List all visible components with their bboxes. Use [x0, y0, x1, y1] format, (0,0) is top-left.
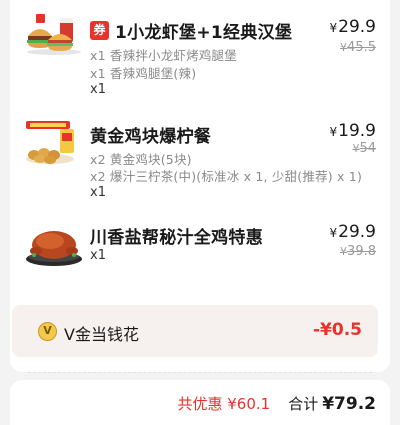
original-price-value: 45.5 [347, 40, 376, 55]
summary-row: 共优惠 ¥60.1 合计 ¥79.2 [177, 393, 376, 414]
coupon-tag: 券 [90, 21, 109, 40]
currency-symbol: ¥ [329, 226, 338, 240]
order-item[interactable]: 川香盐帮秘汁全鸡特惠 ¥29.9 ¥39.8 x1 [10, 205, 390, 285]
order-summary-bar: 共优惠 ¥60.1 合计 ¥79.2 [10, 380, 390, 425]
item-original-price: ¥39.8 [340, 244, 376, 259]
item-price: ¥29.9 [330, 222, 377, 242]
whole-roast-chicken-image [26, 231, 82, 266]
v-coin-icon: V [38, 322, 57, 341]
item-price: ¥19.9 [330, 121, 377, 141]
item-detail: x2 爆汁三柠茶(中)(标准冰 x 1, 少甜(推荐) x 1) [90, 169, 363, 184]
item-detail: x1 香辣拌小龙虾烤鸡腿堡 [90, 48, 237, 63]
card-notch-left [4, 367, 16, 379]
total-label: 合计 [288, 395, 319, 413]
total-amount: ¥79.2 [322, 394, 376, 414]
price-value: 29.9 [338, 222, 376, 242]
item-quantity: x1 [90, 185, 106, 200]
currency-symbol: ¥ [340, 41, 348, 54]
item-detail: x1 香辣鸡腿堡(辣) [90, 66, 197, 81]
item-original-price: ¥45.5 [340, 40, 376, 55]
item-name-row: 川香盐帮秘汁全鸡特惠 [90, 223, 263, 248]
order-item[interactable]: 黄金鸡块爆柠餐 ¥19.9 ¥54 x2 黄金鸡块(5块) x2 爆汁三柠茶(中… [10, 105, 390, 205]
currency-symbol: ¥ [329, 21, 338, 35]
currency-symbol: ¥ [329, 125, 338, 139]
currency-symbol: ¥ [340, 245, 348, 258]
v-coin-label: V金当钱花 [64, 325, 139, 344]
item-quantity: x1 [90, 82, 106, 97]
total-discount: 共优惠 ¥60.1 [177, 395, 271, 413]
price-value: 19.9 [338, 121, 376, 141]
item-name: 川香盐帮秘汁全鸡特惠 [90, 228, 263, 248]
item-original-price: ¥54 [352, 141, 376, 156]
item-name-row: 券 1小龙虾堡+1经典汉堡 [90, 18, 292, 43]
order-card: 券 1小龙虾堡+1经典汉堡 ¥29.9 ¥45.5 x1 香辣拌小龙虾烤鸡腿堡 … [10, 0, 390, 372]
nuggets-lemon-tea-image [26, 121, 74, 164]
v-coin-discount-card[interactable]: V V金当钱花 -¥0.5 [12, 305, 378, 357]
item-name-row: 黄金鸡块爆柠餐 [90, 122, 211, 147]
item-name: 1小龙虾堡+1经典汉堡 [115, 23, 293, 43]
price-value: 29.9 [338, 17, 376, 37]
burger-combo-image [27, 14, 81, 55]
original-price-value: 54 [359, 141, 376, 156]
order-item[interactable]: 券 1小龙虾堡+1经典汉堡 ¥29.9 ¥45.5 x1 香辣拌小龙虾烤鸡腿堡 … [10, 0, 390, 105]
item-price: ¥29.9 [330, 17, 377, 37]
original-price-value: 39.8 [347, 244, 376, 259]
item-name: 黄金鸡块爆柠餐 [90, 127, 212, 147]
v-coin-icon-letter: V [43, 324, 52, 337]
v-coin-amount: -¥0.5 [313, 320, 362, 340]
card-notch-right [384, 367, 396, 379]
divider [28, 372, 372, 373]
item-quantity: x1 [90, 248, 106, 263]
